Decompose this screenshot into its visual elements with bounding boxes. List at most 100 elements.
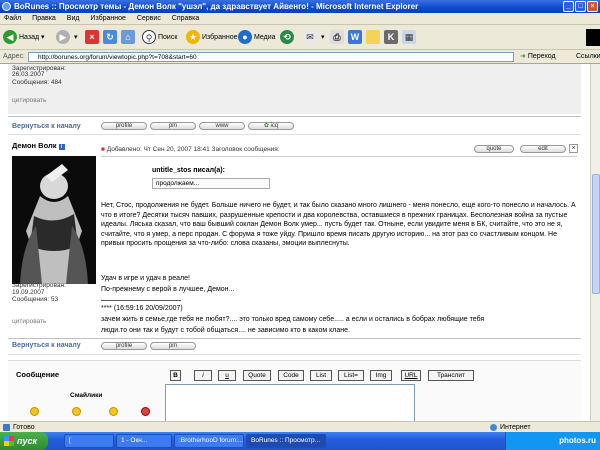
info-icon: i (58, 144, 65, 150)
taskbar-item[interactable]: [ (64, 434, 114, 448)
minimize-button[interactable]: _ (563, 1, 574, 12)
angry-smiley-icon[interactable] (141, 407, 150, 416)
ordered-list-button[interactable]: List= (338, 370, 364, 381)
print-button[interactable]: ⎙ (330, 29, 346, 46)
italic-button[interactable]: i (194, 370, 212, 381)
divider (8, 134, 581, 135)
message-textarea[interactable] (165, 384, 415, 421)
back-to-top-link[interactable]: Вернуться к началу (12, 123, 81, 130)
stop-icon: × (85, 30, 99, 45)
internet-zone-icon (490, 424, 497, 431)
title-bar: BoRunes :: Просмотр темы - Демон Волк "у… (0, 0, 600, 13)
menu-favorites[interactable]: Избранное (90, 15, 125, 22)
signature-line-1: зачем жить в семье,где тебя не любят?...… (101, 316, 485, 323)
k-button[interactable]: K (384, 29, 400, 46)
bold-button[interactable]: B (170, 370, 181, 381)
menu-bar: Файл Правка Вид Избранное Сервис Справка (0, 13, 600, 25)
print-icon: ⎙ (330, 30, 344, 45)
edit-button[interactable]: edit (520, 145, 566, 153)
ie-icon (2, 2, 11, 11)
search-button[interactable]: ⚲ Поиск (142, 29, 177, 46)
url-button[interactable]: URL (401, 370, 421, 381)
icq-button[interactable]: ✿ icq (248, 122, 294, 130)
pm-button[interactable]: pm (150, 122, 196, 130)
www-button[interactable]: www (199, 122, 245, 130)
refresh-button[interactable]: ↻ (103, 29, 119, 46)
vertical-scrollbar[interactable] (590, 64, 600, 421)
edit-page-button[interactable]: W (348, 29, 364, 46)
post-header: ■ Добавлено: Чт Сен 20, 2007 18:41 Загол… (101, 146, 280, 153)
edit-page-icon: W (348, 30, 362, 45)
address-input[interactable]: http://borunes.org/forum/viewtopic.php?t… (28, 52, 514, 62)
menu-tools[interactable]: Сервис (137, 15, 161, 22)
quote-button[interactable]: quote (474, 145, 514, 153)
tools-button[interactable]: ▦ (402, 29, 418, 46)
folder-icon (366, 30, 380, 45)
taskbar-item[interactable]: 1 - Окн... (116, 434, 172, 448)
back-to-top-link-2[interactable]: Вернуться к началу (12, 342, 81, 349)
taskbar-item[interactable]: :BrotherhooD forum:... (174, 434, 244, 448)
icq-flower-icon: ✿ (263, 123, 269, 129)
folder-button[interactable] (366, 29, 382, 46)
img-button[interactable]: Img (370, 370, 392, 381)
home-icon: ⌂ (121, 30, 135, 45)
scroll-thumb[interactable] (592, 174, 600, 294)
menu-file[interactable]: Файл (4, 15, 21, 22)
menu-help[interactable]: Справка (172, 15, 199, 22)
prev-quote-link[interactable]: цитировать (12, 96, 46, 105)
address-bar: Адрес: http://borunes.org/forum/viewtopi… (0, 50, 600, 64)
avatar-warrior-image (12, 156, 96, 284)
post-author[interactable]: Демон Волк i (12, 141, 65, 150)
post-farewell: Удач в игре и удач в реале! (101, 275, 190, 282)
watermark: photos.ru (559, 436, 596, 445)
history-button[interactable]: ⟲ (280, 29, 296, 46)
divider (8, 338, 581, 339)
back-arrow-icon: ◀ (3, 30, 17, 45)
reply-label: Сообщение (16, 370, 60, 379)
k-icon: K (384, 30, 398, 45)
post-body: Нет, Стос, продолжения не будет. Больше … (101, 202, 576, 248)
stop-button[interactable]: × (85, 29, 101, 46)
home-button[interactable]: ⌂ (121, 29, 137, 46)
media-button[interactable]: ● Медиа (238, 29, 276, 46)
media-icon: ● (238, 30, 252, 45)
smiley-icon[interactable] (30, 407, 39, 416)
address-label: Адрес: (3, 53, 25, 60)
quote-link[interactable]: цитировать (12, 317, 46, 326)
maximize-button[interactable]: □ (575, 1, 586, 12)
smiley-icon[interactable] (72, 407, 81, 416)
menu-view[interactable]: Вид (67, 15, 80, 22)
go-button[interactable]: ➜ Переход (520, 50, 556, 64)
refresh-icon: ↻ (103, 30, 117, 45)
star-icon: ★ (186, 30, 200, 45)
windows-flag-icon (4, 436, 14, 446)
quote-format-button[interactable]: Quote (243, 370, 271, 381)
forward-button[interactable]: ▶ ▾ (56, 29, 77, 46)
prev-post (8, 64, 581, 114)
taskbar-item-active[interactable]: BoRunes :: Просмотр... (246, 434, 326, 448)
links-button[interactable]: Ссылки (576, 50, 600, 64)
translit-button[interactable]: Транслит (428, 370, 474, 381)
pm-button-2[interactable]: pm (150, 342, 196, 350)
signature-divider (101, 300, 181, 301)
favorites-button[interactable]: ★ Избранное (186, 29, 237, 46)
start-button[interactable]: пуск (0, 432, 48, 450)
profile-button[interactable]: profile (101, 122, 147, 130)
go-arrow-icon: ➜ (520, 53, 526, 60)
prev-post-count: Сообщения: 484 (12, 79, 62, 86)
menu-edit[interactable]: Правка (32, 15, 56, 22)
signature-line-2: люди.то они так и будут с тобой общаться… (101, 327, 350, 334)
smiley-icon[interactable] (109, 407, 118, 416)
post-count: Сообщения: 53 (12, 296, 59, 303)
post-marker-icon: ■ (101, 146, 105, 153)
code-button[interactable]: Code (278, 370, 304, 381)
profile-button-2[interactable]: profile (101, 342, 147, 350)
status-bar: Готово Интернет (0, 421, 600, 432)
back-button[interactable]: ◀ Назад ▾ (3, 29, 45, 46)
close-button[interactable]: × (587, 1, 598, 12)
list-button[interactable]: List (310, 370, 332, 381)
underline-button[interactable]: u (218, 370, 236, 381)
mail-button[interactable]: ✉ ▾ (303, 29, 324, 46)
delete-x-icon[interactable]: × (569, 144, 578, 153)
forward-arrow-icon: ▶ (56, 30, 70, 45)
